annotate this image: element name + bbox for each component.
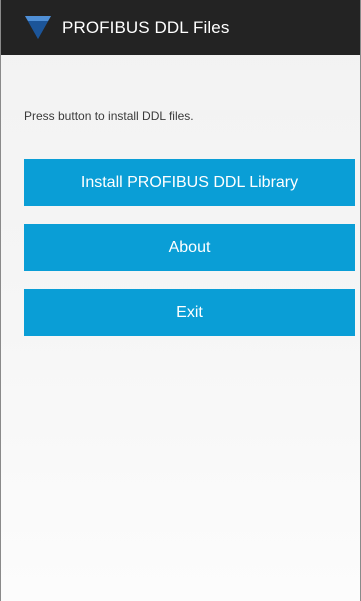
instruction-text: Press button to install DDL files. [24, 109, 194, 123]
exit-button[interactable]: Exit [24, 289, 355, 336]
app-title: PROFIBUS DDL Files [62, 17, 230, 37]
app-screen: PROFIBUS DDL Files Press button to insta… [0, 0, 361, 601]
profibus-logo-icon [25, 15, 51, 39]
action-bar: PROFIBUS DDL Files [1, 0, 360, 55]
install-library-button[interactable]: Install PROFIBUS DDL Library [24, 159, 355, 206]
about-button[interactable]: About [24, 224, 355, 271]
